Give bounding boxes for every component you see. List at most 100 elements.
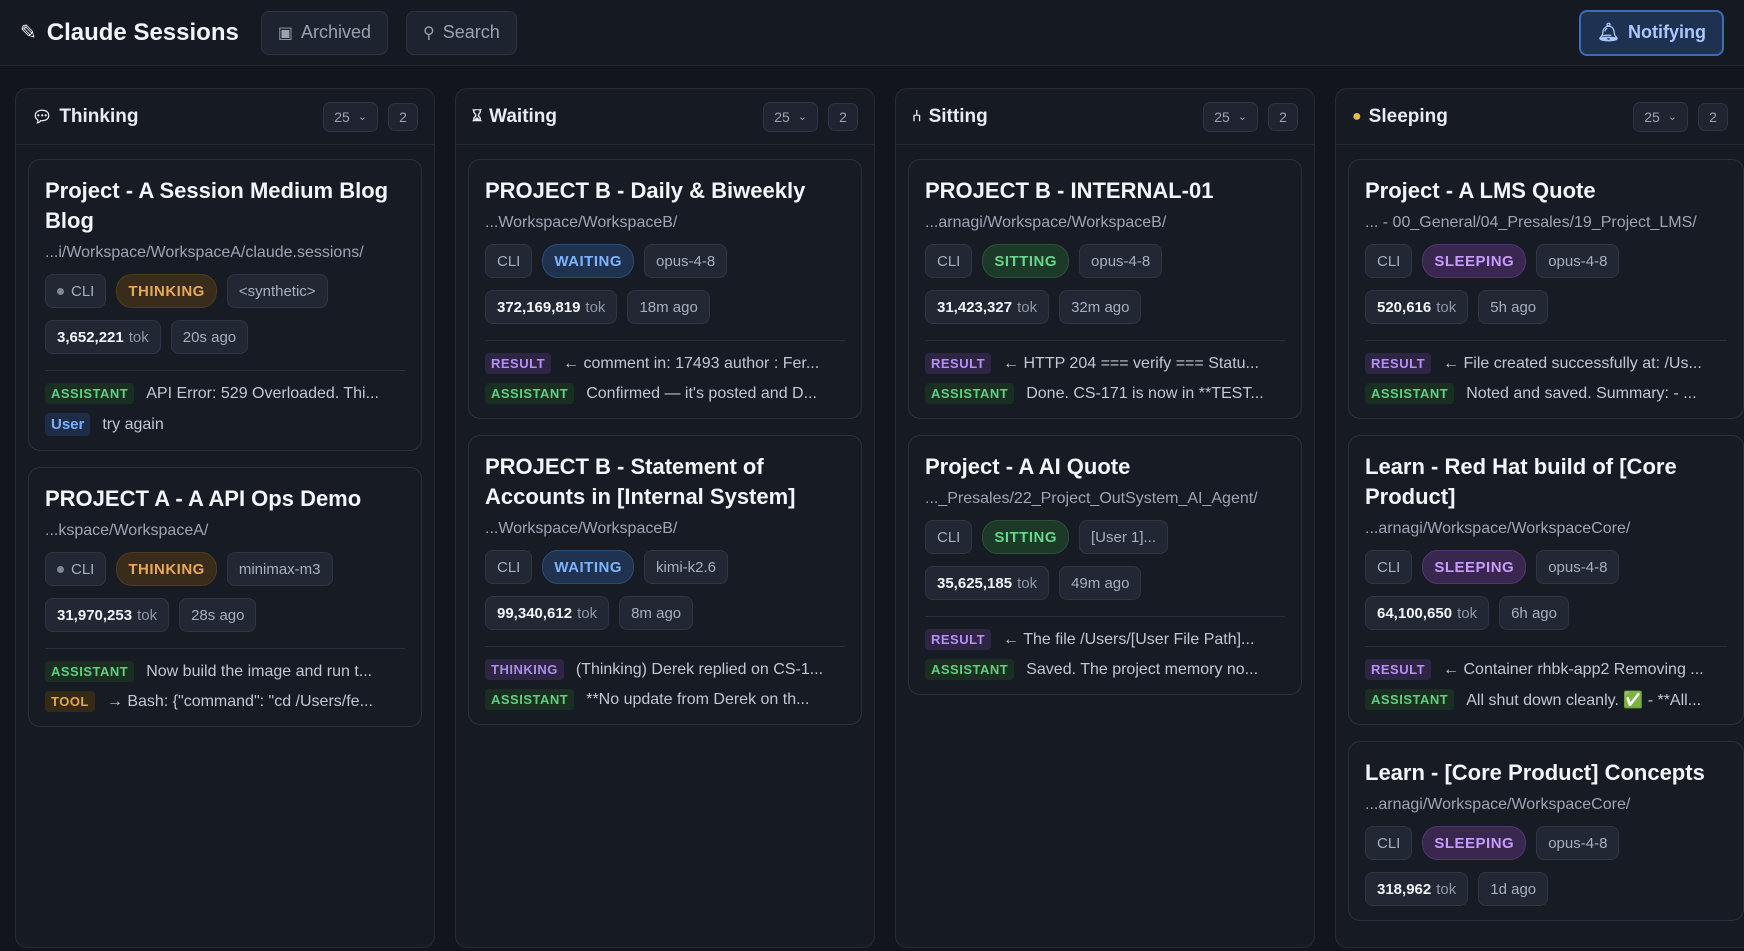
- message-text: API Error: 529 Overloaded. Thi...: [146, 384, 379, 402]
- divider: [1365, 646, 1727, 647]
- token-value: 372,169,819: [497, 298, 581, 316]
- status-badge: SITTING: [982, 520, 1070, 554]
- session-card[interactable]: Project - A LMS Quote ... - 00_General/0…: [1348, 159, 1744, 419]
- search-icon: ⚲: [423, 24, 435, 42]
- session-card[interactable]: PROJECT A - A API Ops Demo ...kspace/Wor…: [28, 467, 422, 727]
- session-card[interactable]: Project - A Session Medium Blog Blog ...…: [28, 159, 422, 451]
- card-title: PROJECT B - Statement of Accounts in [In…: [485, 454, 796, 509]
- message-role: RESULT: [925, 629, 992, 650]
- card-path: ...i/Workspace/WorkspaceA/claude.session…: [45, 244, 364, 261]
- column-thinking: 💬︎ Thinking 25 ⌄ 2 Project - A Session M…: [15, 88, 435, 948]
- column-header: ⑃ Sitting 25 ⌄ 2: [896, 89, 1314, 145]
- session-card[interactable]: Learn - [Core Product] Concepts ...arnag…: [1348, 741, 1744, 921]
- token-count: 318,962 tok: [1365, 872, 1469, 906]
- message-text: try again: [102, 415, 164, 433]
- message-line: ASSISTANT Done. CS-171 is now in **TEST..…: [925, 383, 1285, 404]
- card-title: Learn - Red Hat build of [Core Product]: [1365, 454, 1677, 509]
- source-dot-icon: [57, 287, 64, 295]
- card-path: ...arnagi/Workspace/WorkspaceB/: [925, 214, 1167, 231]
- chevron-down-icon: ⌄: [357, 111, 367, 123]
- card-stats: 99,340,612 tok 8m ago: [485, 596, 845, 630]
- token-unit: tok: [585, 298, 606, 316]
- age-pill: 28s ago: [179, 598, 257, 632]
- message-text: ← comment in: 17493 author : Fer...: [563, 354, 820, 372]
- card-path: ...Workspace/WorkspaceB/: [485, 520, 678, 537]
- limit-select[interactable]: 25 ⌄: [323, 101, 378, 132]
- message-text: Done. CS-171 is now in **TEST...: [1026, 384, 1264, 402]
- message-line: RESULT ← HTTP 204 === verify === Statu...: [925, 353, 1285, 374]
- message-role: ASSISTANT: [1365, 383, 1455, 404]
- token-count: 3,652,221 tok: [45, 320, 161, 354]
- app-title-text: Claude Sessions: [46, 18, 239, 46]
- archived-button-label: Archived: [300, 22, 371, 42]
- source-label: CLI: [71, 560, 95, 578]
- column-waiting: ⌛︎ Waiting 25 ⌄ 2 PROJECT B - Daily & Bi…: [455, 88, 875, 948]
- card-path: ...arnagi/Workspace/WorkspaceCore/: [1365, 796, 1631, 813]
- card-stats: 318,962 tok 1d ago: [1365, 872, 1727, 906]
- notify-button-label: Notifying: [1628, 22, 1706, 42]
- message-line: RESULT ← File created successfully at: /U…: [1365, 353, 1727, 374]
- column-controls: 25 ⌄ 2: [1203, 101, 1298, 132]
- source-pill: CLI: [1365, 826, 1413, 860]
- column-title: ⌛︎ Waiting: [472, 106, 557, 128]
- age-pill: 1d ago: [1478, 872, 1549, 906]
- session-card[interactable]: PROJECT B - Statement of Accounts in [In…: [468, 435, 862, 725]
- message-text: Confirmed — it's posted and D...: [586, 384, 817, 402]
- token-count: 64,100,650 tok: [1365, 596, 1490, 630]
- card-path: ... - 00_General/04_Presales/19_Project_…: [1365, 214, 1697, 231]
- message-role: ASSISTANT: [925, 383, 1015, 404]
- divider: [45, 370, 405, 371]
- card-title: Project - A Session Medium Blog Blog: [45, 178, 389, 233]
- token-unit: tok: [1436, 298, 1457, 316]
- card-stats: 372,169,819 tok 18m ago: [485, 290, 845, 324]
- token-value: 3,652,221: [57, 328, 124, 346]
- card-stats: 64,100,650 tok 6h ago: [1365, 596, 1727, 630]
- chair-icon: ⑃: [912, 107, 922, 125]
- message-line: ASSISTANT **No update from Derek on th...: [485, 689, 845, 710]
- card-meta: CLI SLEEPING opus-4-8: [1365, 244, 1727, 278]
- app-logo-icon: ✎: [20, 22, 37, 44]
- session-card[interactable]: Project - A AI Quote ..._Presales/22_Pro…: [908, 435, 1302, 695]
- message-line: TOOL → Bash: {"command": "cd /Users/fe...: [45, 691, 405, 712]
- divider: [1365, 340, 1727, 341]
- column-header: 💬︎ Thinking 25 ⌄ 2: [16, 89, 434, 145]
- message-line: RESULT ← The file /Users/[User File Path]…: [925, 629, 1285, 650]
- limit-select[interactable]: 25 ⌄: [1203, 101, 1258, 132]
- token-count: 372,169,819 tok: [485, 290, 618, 324]
- column-title-text: Sleeping: [1368, 105, 1448, 127]
- column-title-text: Sitting: [928, 105, 988, 127]
- message-text: ← HTTP 204 === verify === Statu...: [1003, 354, 1259, 372]
- limit-value: 25: [1214, 108, 1230, 125]
- message-line: ASSISTANT All shut down cleanly. ✅ - **Al…: [1365, 689, 1727, 710]
- age-pill: 32m ago: [1059, 290, 1142, 324]
- token-count: 520,616 tok: [1365, 290, 1469, 324]
- session-card[interactable]: PROJECT B - Daily & Biweekly ...Workspac…: [468, 159, 862, 419]
- source-pill: CLI: [1365, 244, 1413, 278]
- age-pill: 6h ago: [1499, 596, 1569, 630]
- message-role: ASSISTANT: [1365, 689, 1455, 710]
- token-unit: tok: [137, 606, 158, 624]
- card-title: PROJECT B - Daily & Biweekly: [485, 178, 806, 203]
- limit-value: 25: [334, 108, 350, 125]
- message-line: User try again: [45, 413, 405, 436]
- archived-button[interactable]: ▣ Archived: [260, 10, 388, 55]
- session-card[interactable]: PROJECT B - INTERNAL-01 ...arnagi/Worksp…: [908, 159, 1302, 419]
- count-badge: 2: [828, 102, 858, 131]
- message-text: All shut down cleanly. ✅ - **All...: [1466, 691, 1702, 709]
- limit-select[interactable]: 25 ⌄: [763, 101, 818, 132]
- message-role: ASSISTANT: [485, 689, 575, 710]
- age-pill: 5h ago: [1478, 290, 1549, 324]
- count-badge: 2: [388, 102, 418, 131]
- token-value: 31,970,253: [57, 606, 133, 624]
- divider: [485, 646, 845, 647]
- search-button[interactable]: ⚲ Search: [406, 10, 517, 55]
- limit-select[interactable]: 25 ⌄: [1633, 101, 1688, 132]
- column-sitting: ⑃ Sitting 25 ⌄ 2 PROJECT B - INTERNAL-01…: [895, 88, 1315, 948]
- column-header: ⌛︎ Waiting 25 ⌄ 2: [456, 89, 874, 145]
- notify-button[interactable]: 🔔︎ Notifying: [1579, 9, 1724, 56]
- card-meta: CLI SLEEPING opus-4-8: [1365, 550, 1727, 584]
- column-title: 💬︎ Thinking: [32, 106, 138, 128]
- session-card[interactable]: Learn - Red Hat build of [Core Product] …: [1348, 435, 1744, 725]
- column-controls: 25 ⌄ 2: [323, 101, 418, 132]
- card-title: PROJECT A - A API Ops Demo: [45, 486, 362, 511]
